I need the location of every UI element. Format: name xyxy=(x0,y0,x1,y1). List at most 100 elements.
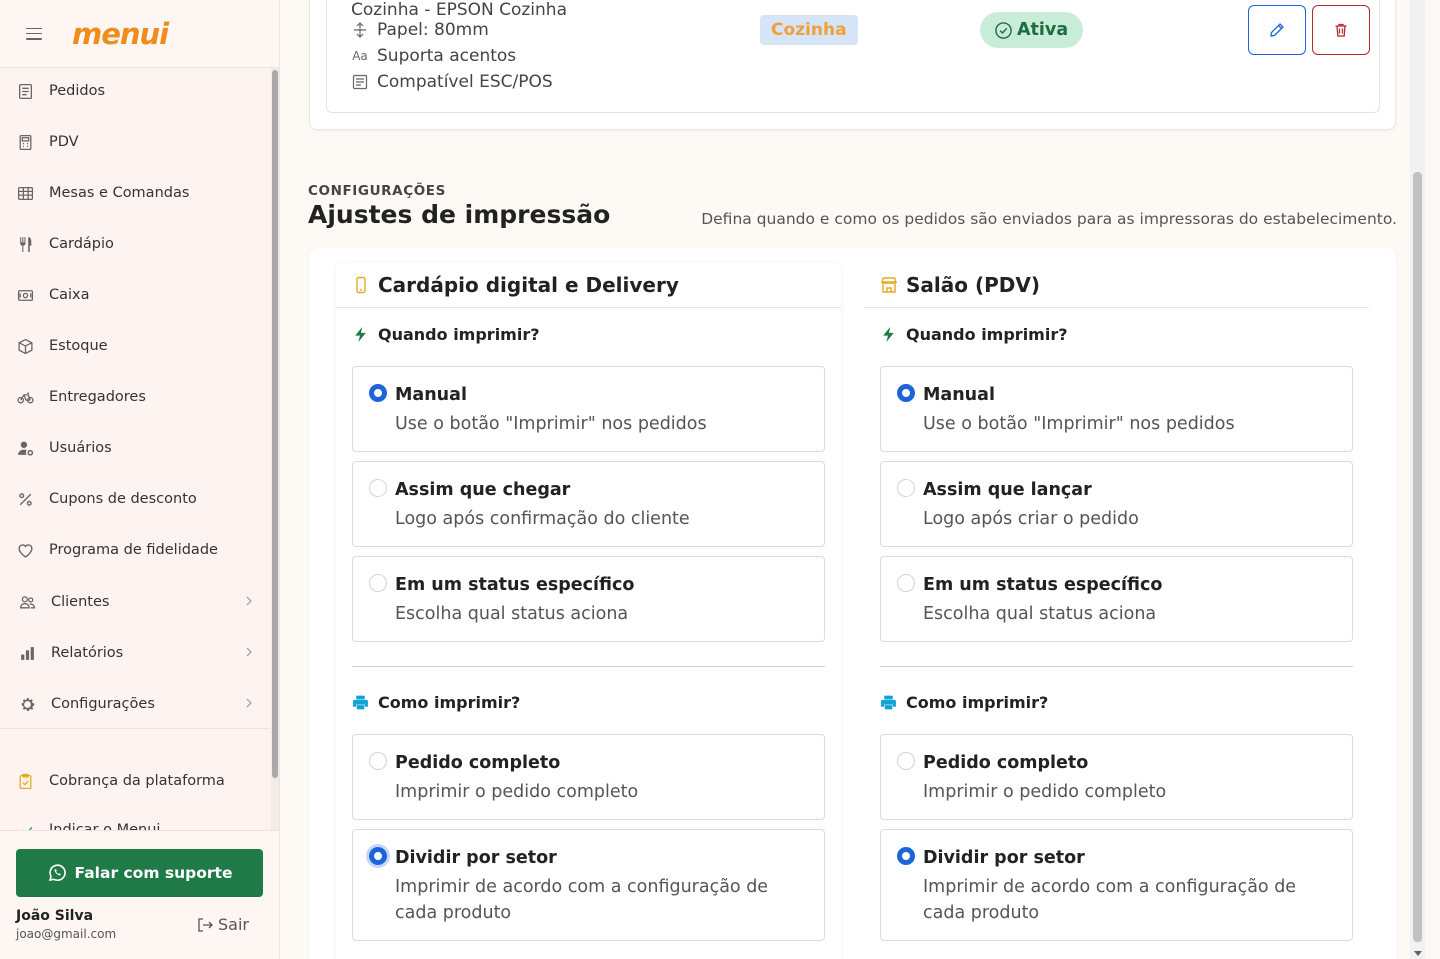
radio-button[interactable] xyxy=(369,847,387,865)
printer-paper: Papel: 80mm xyxy=(351,20,489,40)
option-specific-status[interactable]: Em um status específico Escolha qual sta… xyxy=(880,556,1353,642)
radio-button[interactable] xyxy=(897,574,915,592)
sidebar-item-estoque[interactable]: Estoque xyxy=(0,326,270,366)
sidebar-item-pedidos[interactable]: Pedidos xyxy=(0,71,270,111)
sidebar-scrollbar[interactable] xyxy=(271,68,279,830)
sidebar-item-fidelidade[interactable]: Programa de fidelidade xyxy=(0,530,270,570)
sidebar-item-label: Relatórios xyxy=(51,645,124,661)
sidebar-item-cupons[interactable]: Cupons de desconto xyxy=(0,479,270,519)
radio-button[interactable] xyxy=(369,574,387,592)
cutlery-icon xyxy=(16,235,34,253)
page-scrollbar-thumb[interactable] xyxy=(1413,172,1422,942)
user-email: joao@gmail.com xyxy=(16,927,117,941)
radio-button[interactable] xyxy=(897,384,915,402)
option-title: Manual xyxy=(923,385,995,405)
share-icon xyxy=(16,821,34,830)
sidebar-item-label: Configurações xyxy=(51,696,155,712)
option-manual[interactable]: Manual Use o botão "Imprimir" nos pedido… xyxy=(352,366,825,452)
logout-button[interactable]: Sair xyxy=(196,915,249,934)
sidebar-header: menui xyxy=(0,0,279,68)
pencil-icon xyxy=(1270,23,1284,37)
lightning-icon xyxy=(880,326,898,344)
sector-badge: Cozinha xyxy=(760,15,858,45)
radio-button[interactable] xyxy=(897,479,915,497)
settings-column-salao: Salão (PDV) Quando imprimir? Manual Use … xyxy=(864,263,1369,959)
sidebar-item-caixa[interactable]: Caixa xyxy=(0,275,270,315)
gear-icon xyxy=(18,695,36,713)
option-title: Em um status específico xyxy=(395,575,635,595)
sidebar-item-cobranca[interactable]: Cobrança da plataforma xyxy=(0,761,270,801)
how-print-label: Como imprimir? xyxy=(378,693,521,712)
option-full-order[interactable]: Pedido completo Imprimir o pedido comple… xyxy=(352,734,825,820)
option-title: Dividir por setor xyxy=(395,848,557,868)
radio-button[interactable] xyxy=(897,847,915,865)
option-description: Logo após confirmação do cliente xyxy=(395,509,690,529)
option-description: Logo após criar o pedido xyxy=(923,509,1139,529)
page-scrollbar[interactable] xyxy=(1410,0,1425,959)
paper-size-icon xyxy=(351,22,369,38)
sidebar-item-configuracoes[interactable]: Configurações xyxy=(0,684,270,724)
radio-button[interactable] xyxy=(897,752,915,770)
radio-button[interactable] xyxy=(369,479,387,497)
print-settings-card: Cardápio digital e Delivery Quando impri… xyxy=(309,248,1396,959)
chevron-right-icon xyxy=(246,698,252,708)
sidebar-item-pdv[interactable]: PDV xyxy=(0,122,270,162)
sidebar-scrollbar-thumb[interactable] xyxy=(272,70,278,778)
radio-button[interactable] xyxy=(369,752,387,770)
option-split-by-sector[interactable]: Dividir por setor Imprimir de acordo com… xyxy=(880,829,1353,941)
trash-icon xyxy=(1335,23,1347,37)
column-title: Cardápio digital e Delivery xyxy=(378,273,679,297)
option-split-by-sector[interactable]: Dividir por setor Imprimir de acordo com… xyxy=(352,829,825,941)
option-description: Escolha qual status aciona xyxy=(923,604,1157,624)
support-button-label: Falar com suporte xyxy=(74,864,233,882)
chevron-right-icon xyxy=(246,596,252,606)
printer-icon xyxy=(352,694,370,712)
when-print-heading: Quando imprimir? xyxy=(352,325,540,344)
sidebar-item-entregadores[interactable]: Entregadores xyxy=(0,377,270,417)
how-print-heading: Como imprimir? xyxy=(352,693,520,712)
how-print-heading: Como imprimir? xyxy=(880,693,1048,712)
sidebar-item-label: Entregadores xyxy=(49,389,146,405)
user-name: João Silva xyxy=(16,908,94,924)
how-print-label: Como imprimir? xyxy=(906,693,1049,712)
support-button[interactable]: Falar com suporte xyxy=(16,849,263,897)
lightning-icon xyxy=(352,326,370,344)
option-title: Manual xyxy=(395,385,467,405)
sidebar-item-clientes[interactable]: Clientes xyxy=(0,582,270,622)
printer-escpos: Compatível ESC/POS xyxy=(351,72,553,92)
sidebar-item-label: Cardápio xyxy=(49,236,114,252)
sidebar-item-indicar[interactable]: Indicar o Menui xyxy=(0,810,270,830)
option-on-arrival[interactable]: Assim que chegar Logo após confirmação d… xyxy=(352,461,825,547)
menu-toggle-icon[interactable] xyxy=(26,27,42,40)
sidebar-item-relatorios[interactable]: Relatórios xyxy=(0,633,270,673)
option-manual[interactable]: Manual Use o botão "Imprimir" nos pedido… xyxy=(880,366,1353,452)
option-description: Imprimir o pedido completo xyxy=(395,782,639,802)
printer-name: Cozinha - EPSON Cozinha xyxy=(351,0,567,20)
sidebar-item-label: Estoque xyxy=(49,338,108,354)
cash-icon xyxy=(16,286,34,304)
table-icon xyxy=(16,184,34,202)
shop-icon xyxy=(880,275,898,295)
scroll-down-arrow-icon[interactable] xyxy=(1414,951,1422,956)
option-specific-status[interactable]: Em um status específico Escolha qual sta… xyxy=(352,556,825,642)
sidebar-item-mesas[interactable]: Mesas e Comandas xyxy=(0,173,270,213)
when-print-heading: Quando imprimir? xyxy=(880,325,1068,344)
bar-chart-icon xyxy=(18,644,36,662)
option-title: Pedido completo xyxy=(395,753,561,773)
printer-paper-text: Papel: 80mm xyxy=(377,20,489,40)
column-header: Salão (PDV) xyxy=(864,263,1369,308)
printer-icon xyxy=(880,694,898,712)
sidebar-item-usuarios[interactable]: Usuários xyxy=(0,428,270,468)
option-full-order[interactable]: Pedido completo Imprimir o pedido comple… xyxy=(880,734,1353,820)
option-on-launch[interactable]: Assim que lançar Logo após criar o pedid… xyxy=(880,461,1353,547)
people-icon xyxy=(18,593,36,611)
radio-button[interactable] xyxy=(369,384,387,402)
option-description: Use o botão "Imprimir" nos pedidos xyxy=(923,414,1235,434)
delete-printer-button[interactable] xyxy=(1312,5,1370,55)
edit-printer-button[interactable] xyxy=(1248,5,1306,55)
sidebar-item-cardapio[interactable]: Cardápio xyxy=(0,224,270,264)
printer-accents: Aa Suporta acentos xyxy=(351,46,516,66)
app-logo[interactable]: menui xyxy=(72,17,169,51)
printer-accents-text: Suporta acentos xyxy=(377,46,517,66)
logout-label: Sair xyxy=(218,915,249,934)
